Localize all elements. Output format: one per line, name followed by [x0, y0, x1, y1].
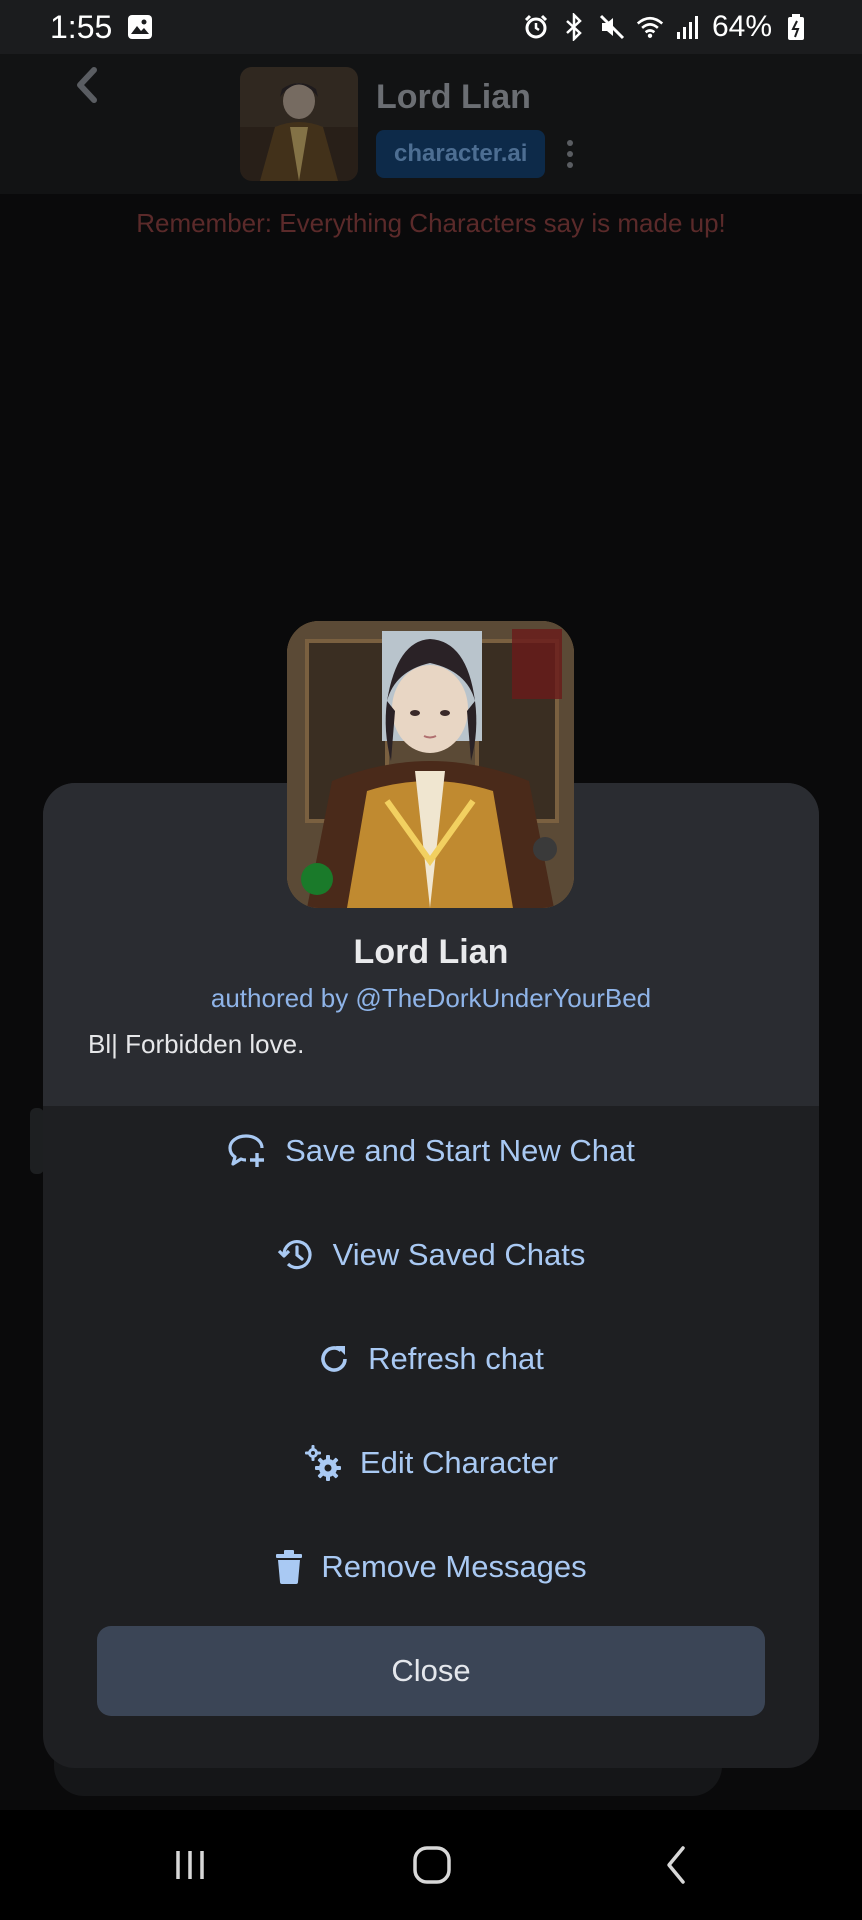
refresh-icon — [318, 1343, 350, 1375]
author-link[interactable]: authored by @TheDorkUnderYourBed — [43, 983, 819, 1014]
remove-messages-button[interactable]: Remove Messages — [43, 1527, 819, 1607]
menu-item-label: Remove Messages — [321, 1549, 587, 1584]
mute-icon — [598, 13, 626, 41]
gallery-icon — [126, 13, 154, 41]
signal-icon — [674, 13, 702, 41]
view-saved-chats-button[interactable]: View Saved Chats — [43, 1215, 819, 1295]
header-character-name: Lord Lian — [376, 78, 531, 116]
home-icon[interactable] — [402, 1840, 462, 1890]
menu-item-label: Edit Character — [359, 1445, 559, 1480]
refresh-chat-button[interactable]: Refresh chat — [43, 1319, 819, 1399]
gears-icon — [304, 1444, 342, 1482]
menu-item-label: Save and Start New Chat — [285, 1133, 635, 1168]
status-time: 1:55 — [50, 8, 113, 45]
recent-apps-icon[interactable] — [160, 1840, 220, 1890]
character-description: Bl| Forbidden love. — [88, 1029, 305, 1059]
character-name: Lord Lian — [353, 933, 509, 971]
screen: 1:55 64% Lord Lian character.ai Remember… — [0, 0, 862, 1920]
save-and-start-new-chat-button[interactable]: Save and Start New Chat — [43, 1111, 819, 1191]
history-icon — [277, 1237, 315, 1273]
header-avatar[interactable] — [240, 67, 358, 181]
close-button[interactable]: Close — [97, 1626, 765, 1716]
alarm-icon — [522, 13, 550, 41]
battery-icon — [782, 13, 810, 41]
character-avatar — [287, 621, 574, 908]
status-bar: 1:55 64% — [0, 0, 862, 54]
brand-badge: character.ai — [376, 130, 546, 178]
disclaimer: Remember: Everything Characters say is m… — [136, 208, 726, 238]
trash-icon — [275, 1550, 303, 1584]
back-nav-icon[interactable] — [646, 1840, 706, 1890]
back-button[interactable] — [66, 60, 106, 110]
bluetooth-icon — [560, 13, 588, 41]
menu-item-label: View Saved Chats — [332, 1237, 586, 1272]
edit-character-button[interactable]: Edit Character — [43, 1423, 819, 1503]
menu-item-label: Refresh chat — [368, 1341, 544, 1376]
character-options-modal: Lord Lian authored by @TheDorkUnderYourB… — [43, 783, 819, 1768]
chat-plus-icon — [227, 1132, 267, 1170]
battery-percent: 64% — [711, 10, 772, 43]
background-element — [30, 1108, 44, 1174]
more-vert-icon[interactable] — [562, 138, 578, 170]
status-left: 1:55 — [50, 9, 154, 46]
navigation-bar — [0, 1810, 862, 1920]
wifi-icon — [636, 13, 664, 41]
status-right: 64% — [522, 10, 810, 44]
